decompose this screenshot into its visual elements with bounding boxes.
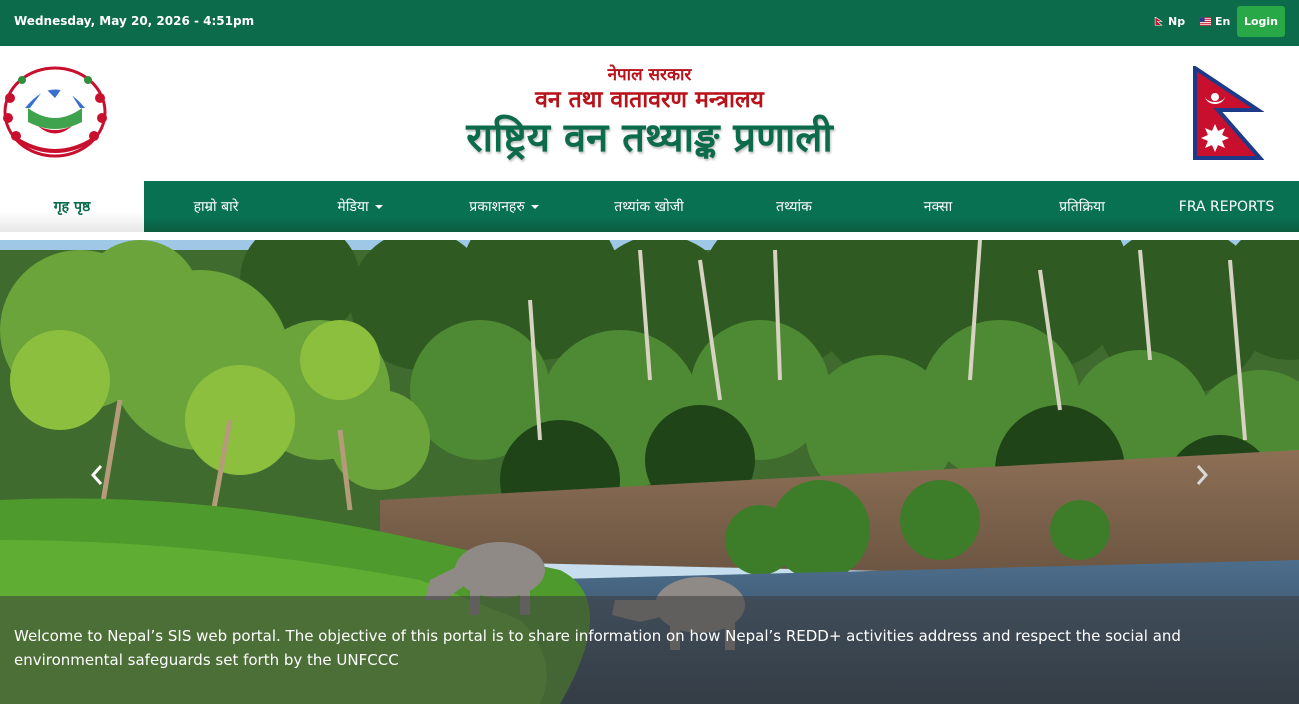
top-bar: Wednesday, May 20, 2026 - 4:51pm Np En L…: [0, 0, 1299, 46]
nav-item-label: प्रकाशनहरु: [469, 199, 525, 215]
nepal-flag-image: [1193, 66, 1264, 160]
nav-item-home[interactable]: गृह पृष्ठ: [0, 181, 144, 232]
nav-item-label: तथ्यांक खोजी: [614, 199, 684, 215]
carousel-caption: Welcome to Nepal’s SIS web portal. The o…: [0, 596, 1299, 704]
site-header: नेपाल सरकार वन तथा वातावरण मन्त्रालय राष…: [0, 46, 1299, 181]
nav-item-label: मेडिया: [337, 199, 369, 215]
nav-item-map[interactable]: नक्सा: [866, 181, 1010, 232]
nav-item-label: नक्सा: [923, 199, 953, 215]
portal-title: राष्ट्रिय वन तथ्याङ्क प्रणाली: [466, 115, 833, 161]
language-en-label: En: [1215, 15, 1231, 28]
nav-item-label: तथ्यांक: [776, 199, 812, 215]
nav-item-media[interactable]: मेडिया: [288, 181, 432, 232]
carousel-prev-button[interactable]: [82, 460, 112, 490]
nav-item-label: प्रतिक्रिया: [1059, 199, 1105, 215]
government-title: नेपाल सरकार: [607, 65, 692, 85]
language-np-link[interactable]: Np: [1153, 15, 1185, 28]
nav-item-data-search[interactable]: तथ्यांक खोजी: [576, 181, 722, 232]
nepal-flag-icon: [1154, 17, 1163, 26]
nav-item-label: FRA REPORTS: [1178, 198, 1275, 215]
language-np-label: Np: [1168, 15, 1186, 28]
nav-item-feedback[interactable]: प्रतिक्रिया: [1010, 181, 1154, 232]
main-navigation: गृह पृष्ठ हाम्रो बारे मेडिया प्रकाशनहरु …: [0, 181, 1299, 232]
us-flag-icon: [1200, 17, 1211, 26]
nav-item-label: गृह पृष्ठ: [53, 199, 91, 215]
nav-item-publications[interactable]: प्रकाशनहरु: [432, 181, 576, 232]
chevron-right-icon: [1196, 465, 1209, 485]
nav-item-label: हाम्रो बारे: [193, 199, 239, 215]
chevron-left-icon: [90, 465, 103, 485]
login-button[interactable]: Login: [1237, 6, 1285, 37]
language-en-link[interactable]: En: [1200, 15, 1230, 28]
ministry-title: वन तथा वातावरण मन्त्रालय: [535, 87, 764, 113]
nav-item-data[interactable]: तथ्यांक: [722, 181, 866, 232]
nav-item-about-us[interactable]: हाम्रो बारे: [144, 181, 288, 232]
nav-item-fra-reports[interactable]: FRA REPORTS: [1154, 181, 1299, 232]
carousel-next-button[interactable]: [1187, 460, 1217, 490]
hero-carousel: Welcome to Nepal’s SIS web portal. The o…: [0, 240, 1299, 704]
current-datetime: Wednesday, May 20, 2026 - 4:51pm: [14, 14, 255, 28]
chevron-down-icon: [374, 204, 383, 209]
chevron-down-icon: [530, 204, 539, 209]
